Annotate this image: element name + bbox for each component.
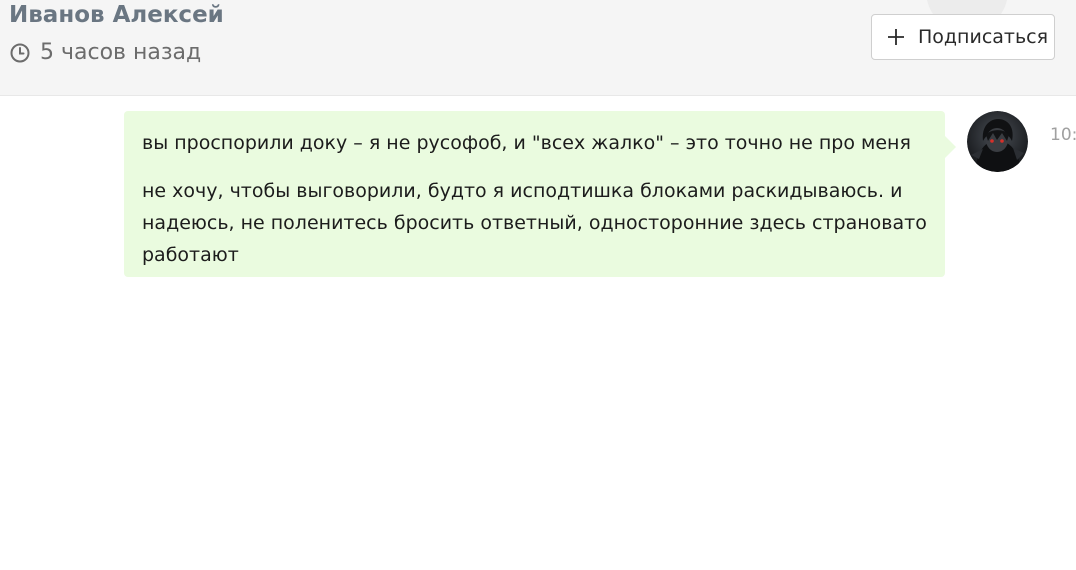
message-bubble: вы проспорили доку – я не русофоб, и "вс… xyxy=(124,111,945,277)
clock-icon xyxy=(10,43,30,62)
post-timestamp: 5 часов назад xyxy=(9,40,201,65)
bubble-tail xyxy=(944,135,956,159)
message-time: 10: xyxy=(1050,125,1076,145)
sender-avatar[interactable] xyxy=(967,111,1028,172)
plus-icon xyxy=(888,29,904,45)
author-name[interactable]: Иванов Алексей xyxy=(9,2,224,28)
timestamp-text: 5 часов назад xyxy=(40,40,202,65)
message-paragraph: вы проспорили доку – я не русофоб, и "вс… xyxy=(142,132,911,154)
subscribe-button-label: Подписаться xyxy=(918,26,1049,48)
post-header: Иванов Алексей 5 часов назад Подписаться xyxy=(0,0,1076,96)
subscribe-button[interactable]: Подписаться xyxy=(871,14,1055,60)
message-paragraph: не хочу, чтобы выговорили, будто я испод… xyxy=(142,180,927,266)
